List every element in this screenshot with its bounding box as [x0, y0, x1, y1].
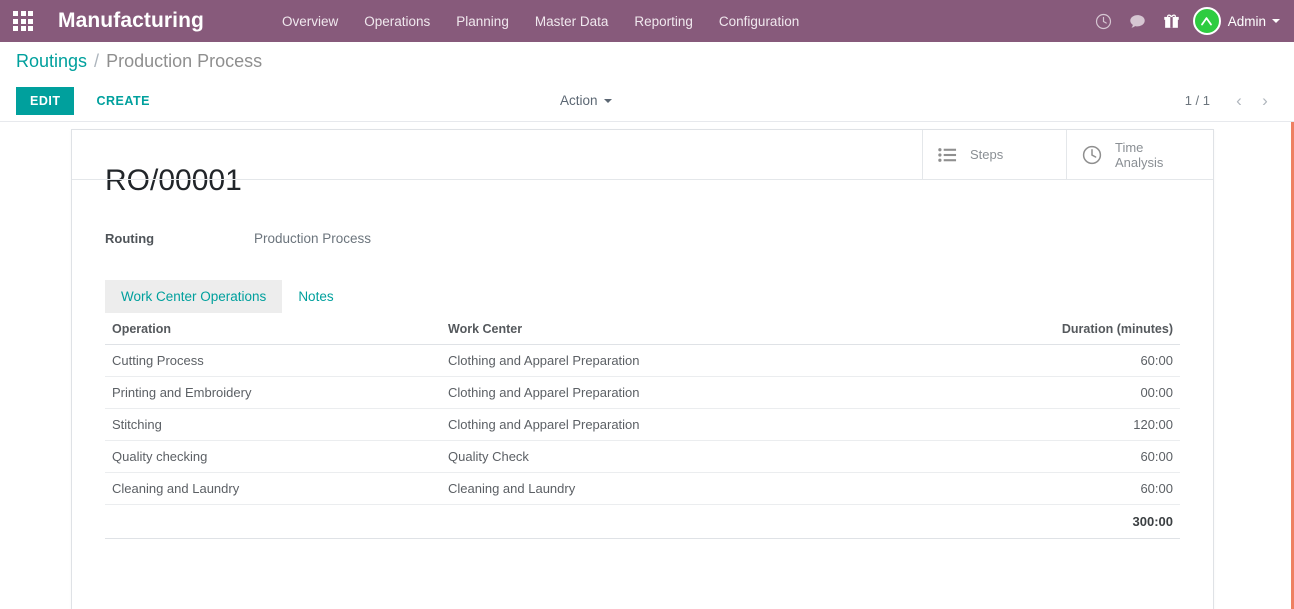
user-menu[interactable]: Admin — [1189, 7, 1286, 35]
sheet-header-divider — [72, 179, 1213, 180]
table-row[interactable]: Cutting Process Clothing and Apparel Pre… — [105, 345, 1180, 377]
notebook-tabs: Work Center Operations Notes — [105, 280, 1180, 313]
cell-duration: 00:00 — [1018, 377, 1180, 409]
navbar-right-section: Admin — [1087, 0, 1286, 42]
total-duration: 300:00 — [1018, 505, 1180, 539]
cell-work-center: Clothing and Apparel Preparation — [441, 345, 888, 377]
cell-work-center: Quality Check — [441, 441, 888, 473]
table-row[interactable]: Stitching Clothing and Apparel Preparati… — [105, 409, 1180, 441]
stat-button-steps[interactable]: Steps — [922, 130, 1066, 179]
top-navbar: Manufacturing Overview Operations Planni… — [0, 0, 1294, 42]
list-icon — [938, 147, 957, 163]
record-pager: 1 / 1 ‹ › — [1185, 88, 1278, 114]
cell-spacer — [888, 409, 1018, 441]
total-spacer-1 — [105, 505, 441, 539]
chevron-down-icon — [604, 99, 612, 103]
cell-operation: Cleaning and Laundry — [105, 473, 441, 505]
cell-operation: Stitching — [105, 409, 441, 441]
column-header-operation[interactable]: Operation — [105, 313, 441, 345]
table-total-row: 300:00 — [105, 505, 1180, 539]
total-spacer-3 — [888, 505, 1018, 539]
field-routing-value[interactable]: Production Process — [254, 231, 371, 246]
table-row[interactable]: Quality checking Quality Check 60:00 — [105, 441, 1180, 473]
cell-duration: 120:00 — [1018, 409, 1180, 441]
cell-operation: Printing and Embroidery — [105, 377, 441, 409]
pager-count: 1 / 1 — [1185, 93, 1210, 108]
cell-operation: Cutting Process — [105, 345, 441, 377]
column-header-spacer — [888, 313, 1018, 345]
menu-item-overview[interactable]: Overview — [269, 8, 351, 35]
breadcrumb-current: Production Process — [106, 51, 262, 72]
app-brand-title[interactable]: Manufacturing — [46, 9, 216, 33]
chevron-down-icon — [1272, 19, 1280, 23]
cell-spacer — [888, 441, 1018, 473]
stat-button-time-analysis-label: Time Analysis — [1115, 140, 1163, 170]
breadcrumb: Routings / Production Process — [0, 42, 1294, 80]
apps-menu-button[interactable] — [0, 0, 46, 42]
menu-item-planning[interactable]: Planning — [443, 8, 522, 35]
stat-button-time-analysis[interactable]: Time Analysis — [1066, 130, 1213, 179]
record-body: RO/00001 Routing Production Process Work… — [72, 130, 1213, 539]
cell-spacer — [888, 345, 1018, 377]
edit-button[interactable]: EDIT — [16, 87, 74, 115]
content-area: Steps Time Analysis RO/00001 Ro — [0, 122, 1294, 609]
table-row[interactable]: Printing and Embroidery Clothing and App… — [105, 377, 1180, 409]
stat-button-group: Steps Time Analysis — [922, 130, 1213, 179]
action-dropdown[interactable]: Action — [560, 93, 612, 108]
apps-grid-icon — [13, 11, 33, 31]
menu-item-reporting[interactable]: Reporting — [621, 8, 706, 35]
stat-label-line-2: Analysis — [1115, 155, 1163, 170]
form-sheet: Steps Time Analysis RO/00001 Ro — [71, 129, 1214, 609]
field-routing-label: Routing — [105, 231, 254, 246]
clock-icon — [1082, 145, 1102, 165]
chevron-right-icon[interactable]: › — [1252, 88, 1278, 114]
cell-work-center: Clothing and Apparel Preparation — [441, 409, 888, 441]
breadcrumb-separator: / — [94, 51, 99, 72]
chat-bubble-icon[interactable] — [1121, 0, 1155, 42]
column-header-duration[interactable]: Duration (minutes) — [1018, 313, 1180, 345]
cell-duration: 60:00 — [1018, 345, 1180, 377]
tab-work-center-operations[interactable]: Work Center Operations — [105, 280, 282, 313]
cell-operation: Quality checking — [105, 441, 441, 473]
main-menu: Overview Operations Planning Master Data… — [269, 8, 812, 35]
table-header-row: Operation Work Center Duration (minutes) — [105, 313, 1180, 345]
tab-notes[interactable]: Notes — [282, 280, 349, 313]
stat-label-line-1: Time — [1115, 140, 1143, 155]
cell-work-center: Cleaning and Laundry — [441, 473, 888, 505]
cell-spacer — [888, 473, 1018, 505]
work-center-operations-table: Operation Work Center Duration (minutes)… — [105, 313, 1180, 539]
table-head: Operation Work Center Duration (minutes) — [105, 313, 1180, 345]
menu-item-configuration[interactable]: Configuration — [706, 8, 812, 35]
field-routing: Routing Production Process — [105, 231, 1180, 246]
cell-duration: 60:00 — [1018, 473, 1180, 505]
chevron-left-icon[interactable]: ‹ — [1226, 88, 1252, 114]
cell-duration: 60:00 — [1018, 441, 1180, 473]
menu-item-master-data[interactable]: Master Data — [522, 8, 622, 35]
action-dropdown-label: Action — [560, 93, 598, 108]
cell-work-center: Clothing and Apparel Preparation — [441, 377, 888, 409]
stat-button-steps-label: Steps — [970, 147, 1003, 162]
breadcrumb-parent-link[interactable]: Routings — [16, 51, 87, 72]
column-header-work-center[interactable]: Work Center — [441, 313, 888, 345]
clock-icon[interactable] — [1087, 0, 1121, 42]
table-body: Cutting Process Clothing and Apparel Pre… — [105, 345, 1180, 539]
cell-spacer — [888, 377, 1018, 409]
user-name-label: Admin — [1228, 14, 1266, 29]
menu-item-operations[interactable]: Operations — [351, 8, 443, 35]
total-spacer-2 — [441, 505, 888, 539]
table-row[interactable]: Cleaning and Laundry Cleaning and Laundr… — [105, 473, 1180, 505]
control-panel: EDIT CREATE Action 1 / 1 ‹ › — [0, 80, 1294, 122]
create-button[interactable]: CREATE — [84, 87, 161, 115]
user-avatar — [1193, 7, 1221, 35]
gift-box-icon[interactable] — [1155, 0, 1189, 42]
